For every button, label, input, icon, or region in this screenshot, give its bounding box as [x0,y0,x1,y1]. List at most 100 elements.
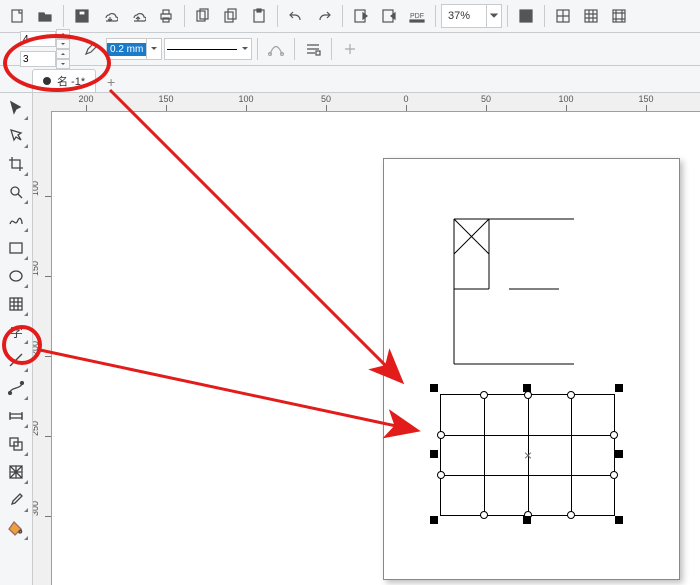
pattern-tool[interactable] [3,459,29,485]
ruler-origin[interactable] [33,93,52,112]
ellipse-tool[interactable] [3,263,29,289]
cloud-download-button[interactable] [97,3,123,29]
open-button[interactable] [32,3,58,29]
outline-pen-button[interactable] [78,36,104,62]
resize-handle-e[interactable] [615,450,623,458]
ruler-tick: 100 [33,181,40,196]
resize-handle-n[interactable] [523,384,531,392]
open-icon [37,8,53,24]
cloud-download-icon [102,8,118,24]
chevron-down-icon [60,62,66,66]
snap-grid-icon [555,8,571,24]
resize-handle-nw[interactable] [430,384,438,392]
paste-button[interactable] [246,3,272,29]
text-tool[interactable]: 字 [3,319,29,345]
outline-pen-icon [83,41,99,57]
resize-handle-se[interactable] [615,516,623,524]
shape-tool[interactable] [3,123,29,149]
zoom-dropdown-button[interactable] [486,5,501,27]
freehand-tool[interactable] [3,207,29,233]
zoom-level-combo[interactable]: 37% [441,4,502,28]
fullscreen-icon [518,8,534,24]
grid-options-button[interactable] [606,3,632,29]
resize-handle-sw[interactable] [430,516,438,524]
table-cols-spin[interactable] [4,50,70,68]
resize-handle-s[interactable] [523,516,531,524]
ruler-tick: 50 [481,94,491,104]
document-page[interactable] [383,158,680,580]
add-button[interactable] [337,36,363,62]
table-cols-icon [4,51,20,67]
undo-button[interactable] [283,3,309,29]
ruler-horizontal[interactable]: 200 150 100 50 0 50 100 150 200 [51,93,700,112]
cloud-upload-button[interactable] [125,3,151,29]
drawn-shape[interactable] [454,219,584,367]
ruler-tick: 200 [78,94,93,104]
rows-down[interactable] [56,39,70,49]
ruler-tick: 150 [158,94,173,104]
freehand-icon [8,212,24,228]
eyedropper-tool[interactable] [3,487,29,513]
snap-grid-button[interactable] [550,3,576,29]
magnifier-icon [8,184,24,200]
cols-down[interactable] [56,59,70,69]
outline-width-dropdown[interactable] [146,39,161,59]
effects-icon [8,436,24,452]
edit-curve-button[interactable] [263,36,289,62]
table-rows-input[interactable] [20,31,56,47]
document-tab-strip: 名 -1* + [0,66,700,93]
grid-button[interactable] [578,3,604,29]
table-dim-group [4,29,70,69]
import-icon [353,8,369,24]
line-style-combo[interactable] [164,38,252,60]
outline-width-value: 0.2 mm [107,43,146,56]
standard-toolbar: PDF 37% [0,0,700,33]
resize-handle-ne[interactable] [615,384,623,392]
save-icon [74,8,90,24]
toolbox: 字 [0,93,33,585]
chevron-down-icon [490,12,498,20]
cloud-upload-icon [130,8,146,24]
outline-width-combo[interactable]: 0.2 mm [106,38,162,60]
separator [63,5,64,27]
print-button[interactable] [153,3,179,29]
text-icon: 字 [8,324,24,340]
cols-up[interactable] [56,49,70,59]
ellipse-icon [8,268,24,284]
connector-tool[interactable] [3,375,29,401]
dimension-tool[interactable] [3,403,29,429]
cut-button[interactable] [190,3,216,29]
copy-button[interactable] [218,3,244,29]
document-tab[interactable]: 名 -1* [32,69,96,92]
separator [184,5,185,27]
separator [331,38,332,60]
fullscreen-button[interactable] [513,3,539,29]
canvas[interactable]: 200 150 100 50 0 50 100 150 200 100 150 … [33,93,700,585]
text-options-button[interactable] [300,36,326,62]
zoom-tool[interactable] [3,179,29,205]
ruler-tick: 300 [33,501,40,516]
rows-up[interactable] [56,29,70,39]
pick-tool[interactable] [3,95,29,121]
eyedropper-icon [8,492,24,508]
save-button[interactable] [69,3,95,29]
resize-handle-w[interactable] [430,450,438,458]
redo-button[interactable] [311,3,337,29]
effects-tool[interactable] [3,431,29,457]
chevron-down-icon [150,45,158,53]
table-tool[interactable] [3,291,29,317]
selected-table-object[interactable] [440,394,613,514]
table-cols-input[interactable] [20,51,56,67]
export-button[interactable] [376,3,402,29]
dimension-icon [8,408,24,424]
ruler-vertical[interactable]: 100 150 200 250 300 [33,111,52,585]
ruler-tick: 50 [321,94,331,104]
crop-tool[interactable] [3,151,29,177]
add-tab-button[interactable]: + [100,72,122,92]
rectangle-tool[interactable] [3,235,29,261]
line-tool[interactable] [3,347,29,373]
edit-curve-icon [268,41,284,57]
fill-tool[interactable] [3,515,29,541]
import-button[interactable] [348,3,374,29]
pdf-button[interactable]: PDF [404,3,430,29]
